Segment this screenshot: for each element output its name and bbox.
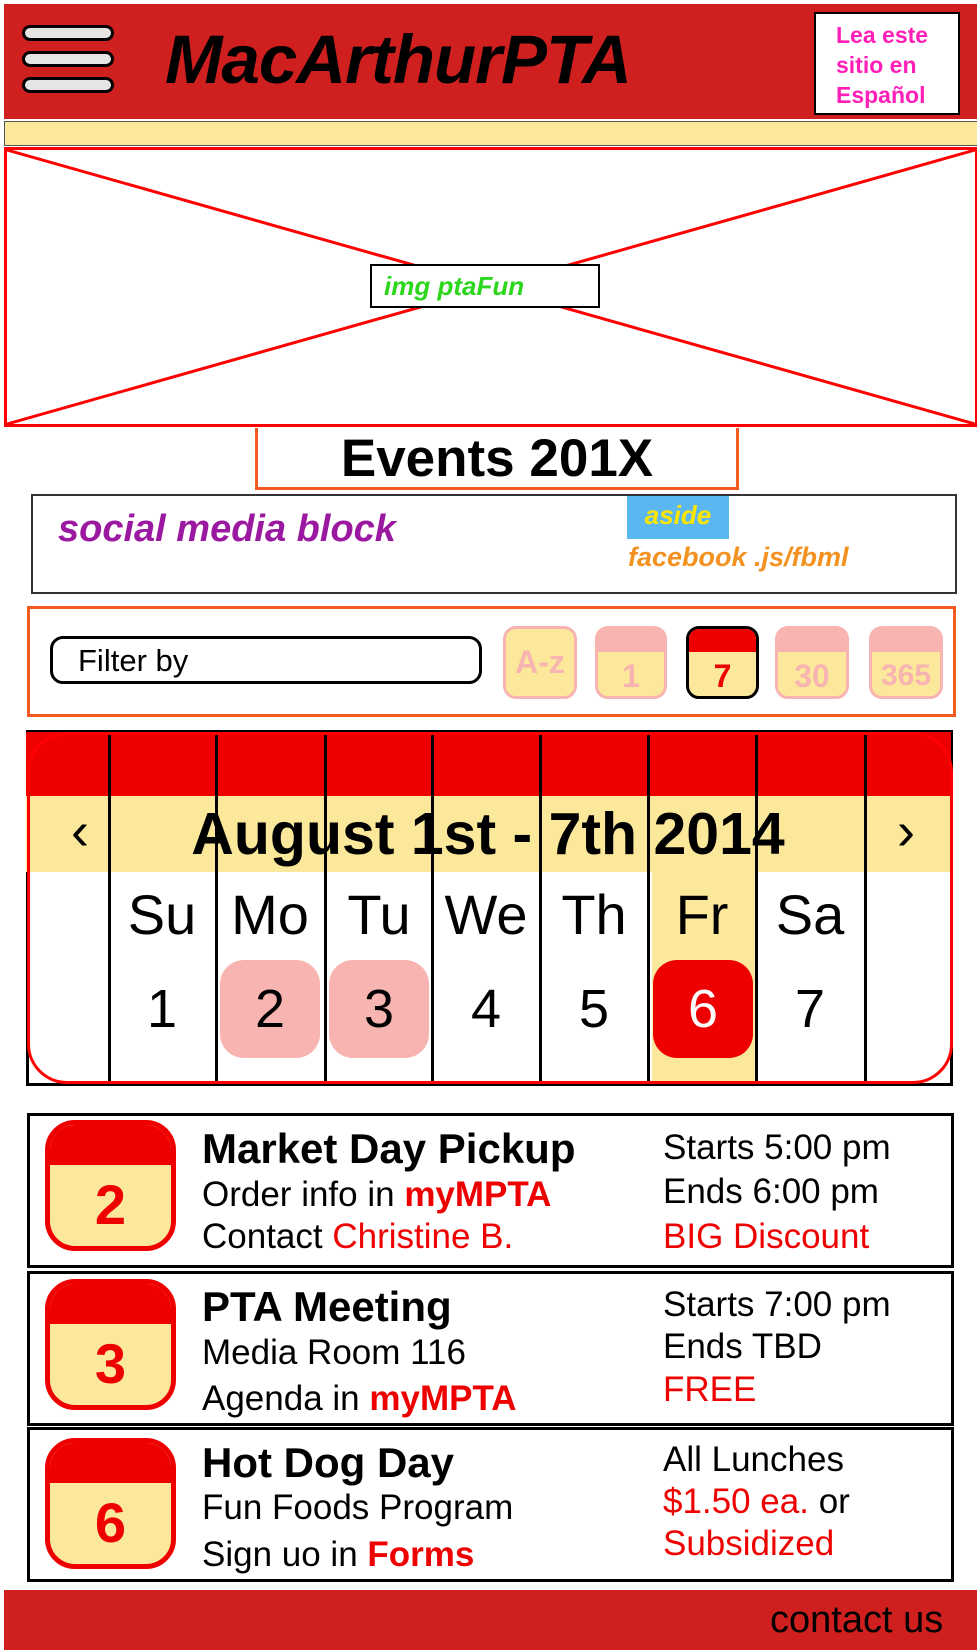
event-detail: Fun Foods Program — [202, 1488, 514, 1527]
event-detail-text: Contact — [202, 1217, 333, 1256]
event-day-number: 3 — [94, 1332, 127, 1395]
day-name-tuesday: Tu — [347, 883, 411, 946]
event-lunch-label: All Lunches — [663, 1440, 844, 1479]
aside-tag: aside — [627, 496, 729, 539]
next-week-arrow-icon[interactable]: › — [876, 796, 936, 872]
event-calendar-icon: 3 — [45, 1279, 176, 1410]
event-title: PTA Meeting — [202, 1283, 452, 1330]
event-start-time: Starts 7:00 pm — [663, 1285, 891, 1324]
event-start-time: Starts 5:00 pm — [663, 1128, 891, 1167]
filter-button-label: 7 — [713, 658, 732, 694]
calendar-day-4[interactable]: 4 — [436, 960, 536, 1058]
calendar-day-1[interactable]: 1 — [112, 960, 212, 1058]
mympta-link[interactable]: myMPTA — [404, 1175, 551, 1214]
event-detail: Sign uo in Forms — [202, 1535, 474, 1575]
calendar-day-7[interactable]: 7 — [760, 960, 860, 1058]
calendar-day-5[interactable]: 5 — [544, 960, 644, 1058]
day-name-wednesday: We — [444, 883, 528, 946]
hero-image-label: img ptaFun — [370, 264, 600, 308]
calendar-day-6[interactable]: 6 — [653, 960, 753, 1058]
event-calendar-icon: 2 — [45, 1120, 176, 1251]
facebook-embed[interactable]: facebook .js/fbml — [628, 542, 849, 573]
event-day-number: 6 — [94, 1491, 127, 1554]
event-detail: Contact Christine B. — [202, 1217, 513, 1257]
filter-button-label: 365 — [880, 659, 932, 692]
event-calendar-icon: 6 — [45, 1438, 176, 1569]
filter-az-button[interactable]: A-z — [503, 626, 577, 699]
event-end-time: Ends 6:00 pm — [663, 1172, 879, 1211]
event-detail-text: Agenda in — [202, 1379, 370, 1418]
calendar-date-range: August 1st - 7th 2014 — [191, 801, 785, 867]
event-day-number: 2 — [94, 1173, 127, 1236]
language-link-line: sitio en — [836, 52, 917, 78]
forms-link[interactable]: Forms — [367, 1535, 474, 1574]
filter-7-day-button[interactable]: 7 — [686, 626, 759, 699]
filter-button-label: 30 — [794, 658, 830, 694]
calendar-day-3[interactable]: 3 — [329, 960, 429, 1058]
page-title: Events 201X — [255, 428, 739, 490]
prev-week-arrow-icon[interactable]: ‹ — [50, 796, 110, 872]
filter-1-day-button[interactable]: 1 — [595, 626, 667, 699]
calendar-header-band — [26, 732, 951, 796]
event-detail-text: Order info in — [202, 1175, 405, 1214]
filter-button-label: A-z — [515, 644, 565, 680]
social-media-label: social media block — [58, 508, 396, 550]
event-detail: Media Room 116 — [202, 1333, 466, 1372]
hamburger-menu-icon[interactable] — [0, 20, 130, 100]
calendar-day-2[interactable]: 2 — [220, 960, 320, 1058]
site-title[interactable]: MacArthurPTA — [165, 20, 632, 100]
day-name-friday: Fr — [675, 883, 729, 946]
language-link[interactable]: Lea este sitio en Español — [814, 12, 960, 115]
day-name-sunday: Su — [127, 883, 197, 946]
event-end-time: Ends TBD — [663, 1327, 822, 1366]
event-price-value: $1.50 ea. — [663, 1482, 809, 1521]
event-detail: Order info in myMPTA — [202, 1175, 551, 1215]
language-link-line: Lea este — [836, 22, 929, 48]
event-detail-text: Sign uo in — [202, 1535, 368, 1574]
filter-30-day-button[interactable]: 30 — [775, 626, 849, 699]
event-price: $1.50 ea. or — [663, 1482, 850, 1522]
event-title: Hot Dog Day — [202, 1439, 454, 1486]
calendar-divider — [864, 730, 867, 1086]
contact-link[interactable]: Christine B. — [332, 1217, 513, 1256]
day-name-thursday: Th — [561, 883, 627, 946]
event-price-tail: or — [808, 1482, 850, 1521]
filter-365-day-button[interactable]: 365 — [869, 626, 943, 699]
event-price-note: FREE — [663, 1370, 757, 1409]
subsidized-link[interactable]: Subsidized — [663, 1524, 834, 1564]
filter-input[interactable]: Filter by — [50, 636, 482, 684]
contact-us-link[interactable]: contact us — [770, 1592, 943, 1648]
event-detail: Agenda in myMPTA — [202, 1379, 517, 1419]
day-name-monday: Mo — [231, 883, 309, 946]
event-title: Market Day Pickup — [202, 1125, 576, 1172]
header-divider — [4, 121, 977, 146]
filter-button-label: 1 — [622, 658, 640, 694]
event-price-note: BIG Discount — [663, 1217, 870, 1256]
day-name-saturday: Sa — [775, 883, 845, 946]
mympta-link[interactable]: myMPTA — [369, 1379, 516, 1418]
language-link-line: Español — [836, 82, 926, 108]
